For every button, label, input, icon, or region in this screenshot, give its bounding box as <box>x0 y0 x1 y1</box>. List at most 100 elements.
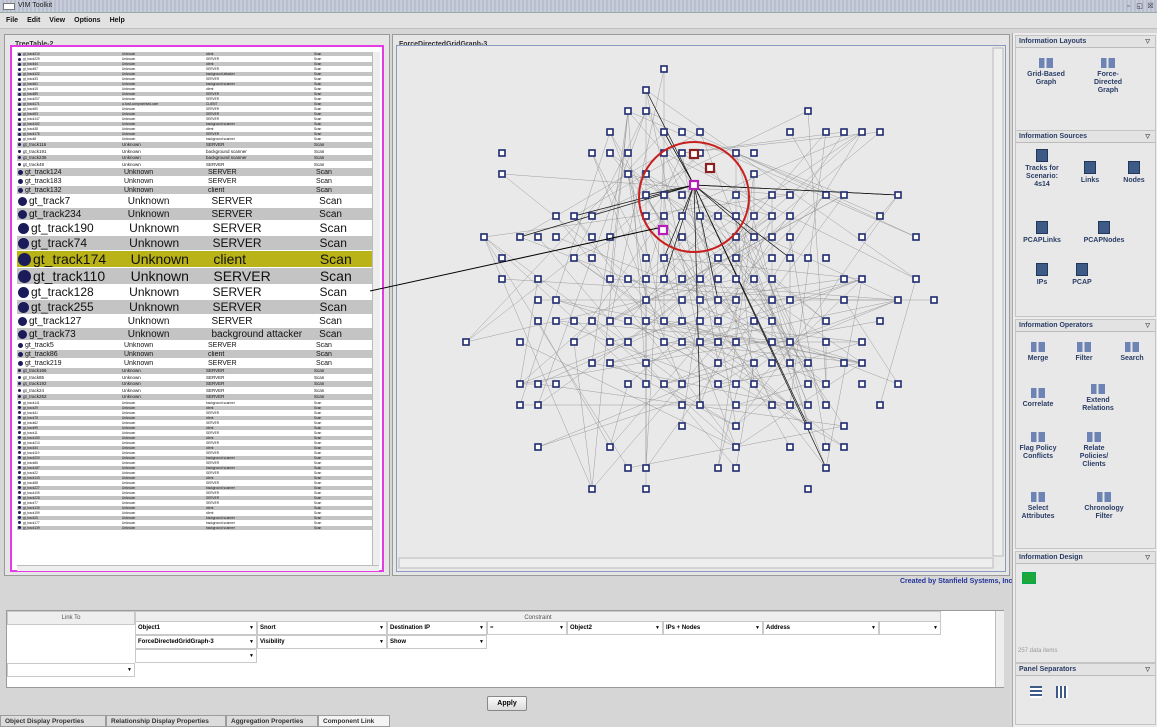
graph-canvas[interactable] <box>397 46 1005 571</box>
graph-node[interactable] <box>786 191 794 199</box>
tree-node-icon[interactable] <box>18 92 21 96</box>
vertical-scrollbar[interactable] <box>372 52 380 565</box>
graph-node[interactable] <box>840 359 848 367</box>
menu-options[interactable]: Options <box>68 13 103 24</box>
graph-node[interactable] <box>624 317 632 325</box>
ips-nodes-select[interactable]: IPs + Nodes ▼ <box>663 621 763 635</box>
tree-node-icon[interactable] <box>18 506 21 509</box>
table-row[interactable]: gt_track7 Unknown SERVER Scan <box>17 195 377 208</box>
snort-select[interactable]: Snort ▼ <box>257 621 387 635</box>
graph-node[interactable] <box>606 359 614 367</box>
graph-node[interactable] <box>786 359 794 367</box>
graph-node[interactable] <box>606 233 614 241</box>
graph-node[interactable] <box>876 212 884 220</box>
table-row[interactable]: gt_track74 Unknown SERVER Scan <box>17 236 377 251</box>
tree-node-icon[interactable] <box>18 137 21 141</box>
graph-node[interactable] <box>786 128 794 136</box>
graph-node[interactable] <box>642 464 650 472</box>
graph-node[interactable] <box>606 443 614 451</box>
graph-node[interactable] <box>786 233 794 241</box>
section-header[interactable]: Information Sources ▽ <box>1016 131 1155 143</box>
tree-node-icon[interactable] <box>18 401 21 404</box>
object2-select[interactable]: Object2 ▼ <box>567 621 663 635</box>
graph-node[interactable] <box>768 254 776 262</box>
graph-node[interactable] <box>642 86 650 94</box>
graph-node[interactable] <box>462 338 470 346</box>
tree-node-icon[interactable] <box>18 491 21 494</box>
tree-node-icon[interactable] <box>18 196 27 206</box>
tree-node-icon[interactable] <box>18 360 23 366</box>
tree-node-icon[interactable] <box>18 286 29 298</box>
graph-node[interactable] <box>498 170 506 178</box>
highlighted-node[interactable] <box>688 148 700 160</box>
empty-select[interactable]: ▼ <box>135 649 257 663</box>
graph-node[interactable] <box>552 317 560 325</box>
operator-select[interactable]: = ▼ <box>487 621 567 635</box>
tree-node-icon[interactable] <box>18 351 23 357</box>
graph-node[interactable] <box>876 401 884 409</box>
tree-node-icon[interactable] <box>18 342 23 348</box>
graph-node[interactable] <box>588 254 596 262</box>
graph-select[interactable]: ForceDirectedGridGraph-3 ▼ <box>135 635 257 649</box>
graph-node[interactable] <box>534 275 542 283</box>
graph-node[interactable] <box>606 338 614 346</box>
graph-node[interactable] <box>768 212 776 220</box>
graph-node[interactable] <box>642 380 650 388</box>
graph-node[interactable] <box>732 401 740 409</box>
section-header[interactable]: Information Design ▽ <box>1016 552 1155 564</box>
graph-node[interactable] <box>858 275 866 283</box>
table-row[interactable]: gt_track73 Unknown background attacker Scan <box>17 328 377 341</box>
address-select[interactable]: Address ▼ <box>763 621 879 635</box>
graph-node[interactable] <box>804 254 812 262</box>
graph-node[interactable] <box>516 338 524 346</box>
correlate-operator-button[interactable]: Correlate <box>1016 388 1060 409</box>
graph-node[interactable] <box>624 275 632 283</box>
table-row[interactable]: gt_track124 Unknown SERVER Scan <box>17 168 377 177</box>
graph-node[interactable] <box>660 338 668 346</box>
maximize-icon[interactable]: ◱ <box>1135 2 1144 11</box>
graph-node[interactable] <box>804 359 812 367</box>
graph-node[interactable] <box>624 149 632 157</box>
tree-node-icon[interactable] <box>18 441 21 444</box>
graph-node[interactable] <box>678 212 686 220</box>
tree-node-icon[interactable] <box>18 329 27 339</box>
tree-node-icon[interactable] <box>18 112 21 116</box>
tree-node-icon[interactable] <box>18 162 21 166</box>
tree-node-icon[interactable] <box>18 501 21 504</box>
tab-aggregation-properties[interactable]: Aggregation Properties <box>226 715 318 727</box>
graph-node[interactable] <box>642 296 650 304</box>
graph-node[interactable] <box>786 401 794 409</box>
tree-node-icon[interactable] <box>18 156 21 160</box>
graph-node[interactable] <box>768 233 776 241</box>
graph-node[interactable] <box>840 422 848 430</box>
table-row[interactable]: gt_track132 Unknown client Scan <box>17 186 377 195</box>
graph-node[interactable] <box>912 233 920 241</box>
graph-node[interactable] <box>696 275 704 283</box>
tree-node-icon[interactable] <box>18 426 21 429</box>
graph-node[interactable] <box>696 296 704 304</box>
graph-node[interactable] <box>840 275 848 283</box>
horizontal-separator-icon[interactable] <box>1030 686 1042 698</box>
graph-node[interactable] <box>552 296 560 304</box>
graph-node[interactable] <box>570 254 578 262</box>
graph-node[interactable] <box>642 191 650 199</box>
graph-node[interactable] <box>624 170 632 178</box>
link-to-select[interactable]: ▼ <box>7 663 135 677</box>
tree-node-icon[interactable] <box>18 516 21 519</box>
filter-operator-button[interactable]: Filter <box>1062 342 1106 363</box>
table-row[interactable]: gt_track127 Unknown SERVER Scan <box>17 315 377 328</box>
tree-node-icon[interactable] <box>18 107 21 111</box>
ips-source-button[interactable]: IPs <box>1020 263 1064 287</box>
graph-node[interactable] <box>570 338 578 346</box>
graph-node[interactable] <box>498 254 506 262</box>
highlighted-node[interactable] <box>657 224 669 236</box>
tab-component-link[interactable]: Component Link <box>318 715 390 727</box>
graph-node[interactable] <box>714 317 722 325</box>
graph-node[interactable] <box>732 212 740 220</box>
graph-node[interactable] <box>678 380 686 388</box>
graph-node[interactable] <box>696 401 704 409</box>
graph-node[interactable] <box>660 254 668 262</box>
graph-node[interactable] <box>642 254 650 262</box>
graph-node[interactable] <box>822 401 830 409</box>
graph-node[interactable] <box>642 359 650 367</box>
